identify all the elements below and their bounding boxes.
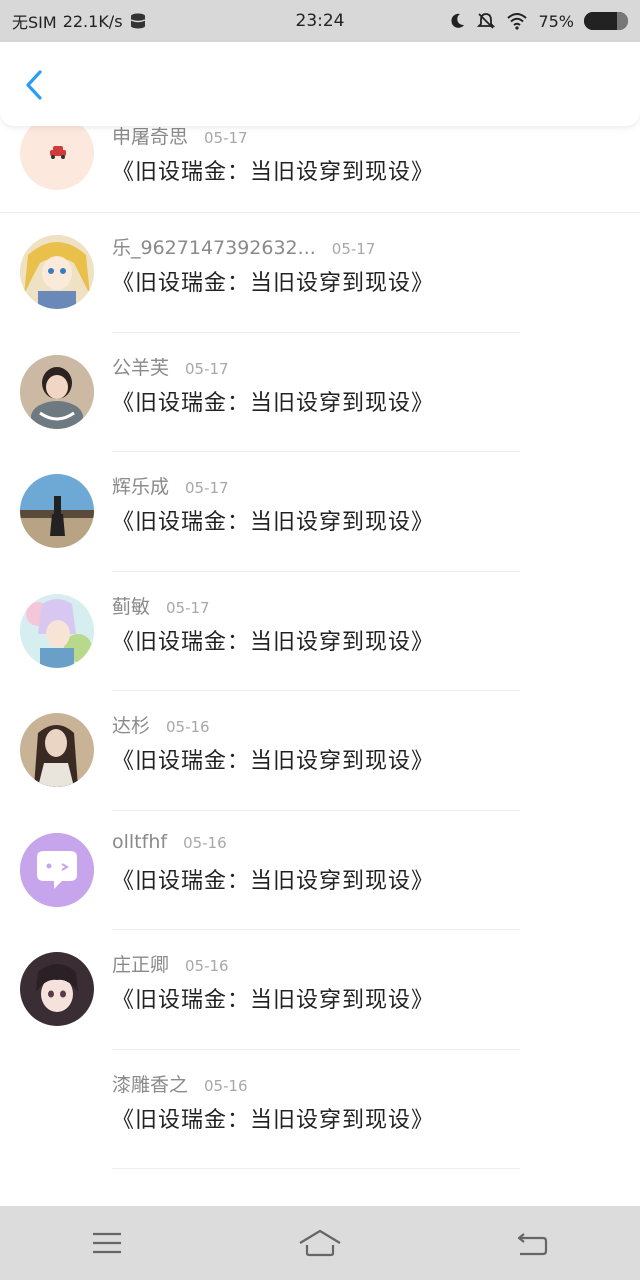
net-speed-text: 22.1K/s: [62, 11, 123, 31]
battery-percent: 75%: [538, 11, 574, 31]
user-name[interactable]: olltfhf: [112, 831, 167, 853]
item-date: 05-17: [166, 598, 210, 617]
item-date: 05-17: [331, 240, 376, 258]
menu-button[interactable]: [77, 1223, 137, 1263]
battery-empty: [617, 12, 628, 30]
chat-bubble-icon: [20, 832, 94, 907]
menu-icon: [92, 1232, 121, 1254]
item-title[interactable]: 《旧设瑞金：当旧设穿到现设》: [112, 385, 434, 417]
avatar[interactable]: [20, 713, 94, 787]
avatar[interactable]: [20, 235, 94, 309]
item-date: 05-16: [183, 833, 227, 852]
user-name[interactable]: 申屠奇思: [112, 126, 188, 149]
battery-fill: [584, 12, 617, 30]
child-photo-image: [20, 354, 94, 429]
item-meta: 辉乐成 05-17: [112, 472, 229, 499]
item-title[interactable]: 《旧设瑞金：当旧设穿到现设》: [112, 154, 434, 186]
user-name[interactable]: 庄正卿: [112, 950, 169, 977]
item-meta: 乐_9627147392632... 05-17: [112, 233, 375, 260]
item-title[interactable]: 《旧设瑞金：当旧设穿到现设》: [112, 624, 434, 656]
item-title[interactable]: 《旧设瑞金：当旧设穿到现设》: [112, 504, 434, 536]
avatar[interactable]: [20, 593, 94, 668]
list-item[interactable]: 公羊芙 05-17 《旧设瑞金：当旧设穿到现设》: [0, 333, 640, 452]
woman-photo-image: [20, 713, 94, 787]
avatar[interactable]: [20, 832, 94, 907]
top-header: [0, 42, 640, 126]
home-icon: [299, 1229, 341, 1257]
status-bar: 无SIM 22.1K/s 23:24 75%: [0, 0, 640, 42]
back-button[interactable]: [18, 68, 52, 102]
moon-icon: [451, 13, 465, 28]
status-left: 无SIM 22.1K/s: [12, 9, 147, 33]
item-meta: 漆雕香之 05-16: [112, 1070, 248, 1097]
navigation-bar: [0, 1206, 640, 1280]
item-date: 05-17: [204, 129, 248, 147]
avatar[interactable]: [20, 354, 94, 429]
bell-muted-icon: [477, 13, 496, 29]
item-date: 05-17: [185, 479, 229, 497]
avatar[interactable]: [20, 952, 94, 1026]
user-name[interactable]: 公羊芙: [112, 353, 169, 380]
item-date: 05-16: [185, 957, 229, 975]
back-icon: [518, 1233, 548, 1256]
avatar[interactable]: [20, 126, 94, 190]
avatar[interactable]: [20, 474, 94, 548]
list-item[interactable]: 蓟敏 05-17 《旧设瑞金：当旧设穿到现设》: [0, 572, 640, 691]
list-item[interactable]: 申屠奇思 05-17 《旧设瑞金：当旧设穿到现设》: [0, 126, 640, 213]
user-name[interactable]: 蓟敏: [112, 592, 150, 619]
list-item[interactable]: olltfhf 05-16 《旧设瑞金：当旧设穿到现设》: [0, 811, 640, 930]
item-date: 05-16: [204, 1076, 248, 1095]
divider: [112, 1168, 520, 1169]
battery-icon: [584, 12, 628, 30]
item-title[interactable]: 《旧设瑞金：当旧设穿到现设》: [112, 743, 434, 775]
anime-girl-image: [20, 952, 94, 1026]
system-back-button[interactable]: [503, 1223, 563, 1263]
status-right: 75%: [448, 11, 628, 31]
item-meta: olltfhf 05-16: [112, 831, 227, 853]
wifi-icon: [507, 13, 528, 30]
item-meta: 蓟敏 05-17: [112, 592, 210, 619]
item-meta: 达杉 05-16: [112, 711, 210, 738]
list-item[interactable]: 漆雕香之 05-16 《旧设瑞金：当旧设穿到现设》: [0, 1050, 640, 1169]
item-date: 05-17: [185, 359, 229, 378]
item-title[interactable]: 《旧设瑞金：当旧设穿到现设》: [112, 1102, 434, 1134]
list-item[interactable]: 辉乐成 05-17 《旧设瑞金：当旧设穿到现设》: [0, 452, 640, 572]
user-name[interactable]: 漆雕香之: [112, 1070, 188, 1097]
carrier-text: 无SIM: [12, 13, 57, 32]
message-list: 申屠奇思 05-17 《旧设瑞金：当旧设穿到现设》 乐_962714739263…: [0, 126, 640, 1169]
chevron-left-icon: [26, 70, 42, 100]
item-meta: 申屠奇思 05-17: [112, 126, 248, 149]
list-item[interactable]: 庄正卿 05-16 《旧设瑞金：当旧设穿到现设》: [0, 930, 640, 1050]
anime-avatar-image: [20, 235, 94, 309]
user-name[interactable]: 辉乐成: [112, 472, 169, 499]
road-photo-image: [20, 474, 94, 548]
car-icon: [50, 146, 66, 159]
item-date: 05-16: [166, 718, 210, 736]
user-name[interactable]: 达杉: [112, 711, 150, 738]
list-item[interactable]: 达杉 05-16 《旧设瑞金：当旧设穿到现设》: [0, 691, 640, 811]
user-name[interactable]: 乐_9627147392632...: [112, 233, 316, 260]
home-button[interactable]: [290, 1223, 350, 1263]
anime-colorful-image: [20, 593, 94, 668]
storage-icon: [130, 13, 145, 29]
item-meta: 公羊芙 05-17: [112, 353, 229, 380]
list-item[interactable]: 乐_9627147392632... 05-17 《旧设瑞金：当旧设穿到现设》: [0, 213, 640, 333]
item-title[interactable]: 《旧设瑞金：当旧设穿到现设》: [112, 982, 434, 1014]
item-title[interactable]: 《旧设瑞金：当旧设穿到现设》: [112, 863, 434, 895]
item-meta: 庄正卿 05-16: [112, 950, 229, 977]
item-title[interactable]: 《旧设瑞金：当旧设穿到现设》: [112, 265, 434, 297]
